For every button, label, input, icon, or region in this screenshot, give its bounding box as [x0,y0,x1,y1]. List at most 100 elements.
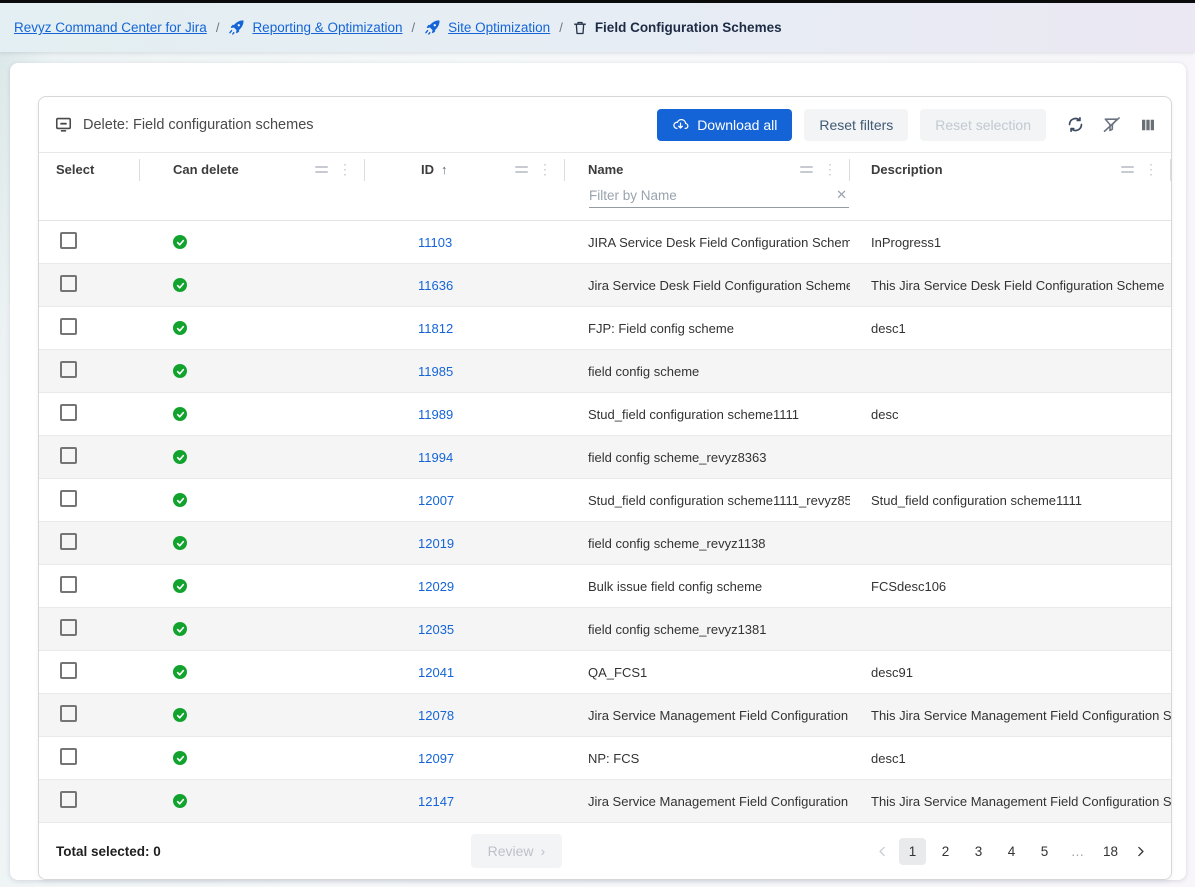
breadcrumb: Revyz Command Center for Jira / Reportin… [0,3,1195,52]
clear-filter-icon[interactable]: ✕ [834,187,849,203]
row-id-link[interactable]: 12007 [418,493,454,508]
row-id-link[interactable]: 12097 [418,751,454,766]
row-select-checkbox[interactable] [60,361,77,378]
pagination-pages: 12345…18 [899,838,1124,865]
pagination-page-5[interactable]: 5 [1031,838,1058,865]
breadcrumb-separator: / [412,20,416,35]
row-name: field config scheme_revyz1381 [588,622,850,637]
row-name: Stud_field configuration scheme1111_revy… [588,493,850,508]
column-header-description[interactable]: Description ⋮ [850,159,1171,181]
chevron-right-icon: › [541,843,546,859]
pagination-page-3[interactable]: 3 [965,838,992,865]
can-delete-check-icon [173,751,187,765]
table-row: 11103 JIRA Service Desk Field Configurat… [39,221,1171,264]
row-id-link[interactable]: 12035 [418,622,454,637]
row-id-link[interactable]: 11812 [418,321,453,336]
row-name: QA_FCS1 [588,665,850,680]
refresh-icon[interactable] [1066,115,1085,134]
row-id-link[interactable]: 11994 [418,450,453,465]
row-name: field config scheme_revyz8363 [588,450,850,465]
row-select-checkbox[interactable] [60,705,77,722]
row-select-checkbox[interactable] [60,576,77,593]
row-name: Stud_field configuration scheme1111 [588,407,850,422]
column-header-can-delete[interactable]: Can delete ⋮ [140,159,365,181]
row-select-checkbox[interactable] [60,404,77,421]
can-delete-check-icon [173,708,187,722]
row-select-checkbox[interactable] [60,447,77,464]
row-select-checkbox[interactable] [60,490,77,507]
column-menu-icon[interactable]: ⋮ [823,161,837,178]
table-row: 11636 Jira Service Desk Field Configurat… [39,264,1171,307]
pagination-page-2[interactable]: 2 [932,838,959,865]
row-id-link[interactable]: 12029 [418,579,454,594]
can-delete-check-icon [173,794,187,808]
sort-asc-icon: ↑ [441,162,448,177]
filter-off-icon[interactable] [1102,115,1122,135]
columns-icon[interactable] [1139,116,1157,134]
row-select-checkbox[interactable] [60,662,77,679]
table-body: 11103 JIRA Service Desk Field Configurat… [39,220,1171,823]
row-id-link[interactable]: 11103 [418,235,452,250]
name-filter-input[interactable] [589,188,834,203]
table-row: 12029 Bulk issue field config scheme FCS… [39,565,1171,608]
row-description: desc1 [871,321,1171,336]
row-description: This Jira Service Management Field Confi… [871,794,1171,809]
pagination-page-4[interactable]: 4 [998,838,1025,865]
review-button[interactable]: Review › [471,834,563,868]
row-name: Jira Service Management Field Configurat… [588,794,850,809]
row-select-checkbox[interactable] [60,533,77,550]
column-menu-icon[interactable]: ⋮ [1144,161,1158,178]
total-selected-count: 0 [153,844,161,859]
row-description: desc [871,407,1171,422]
row-select-checkbox[interactable] [60,232,77,249]
row-id-link[interactable]: 12147 [418,794,454,809]
row-id-link[interactable]: 11636 [418,278,453,293]
row-description: InProgress1 [871,235,1171,250]
cloud-download-icon [672,116,689,133]
row-name: Jira Service Desk Field Configuration Sc… [588,278,850,293]
row-id-link[interactable]: 12041 [418,665,454,680]
row-select-checkbox[interactable] [60,275,77,292]
can-delete-check-icon [173,579,187,593]
pagination-next-icon[interactable] [1130,845,1151,858]
row-id-link[interactable]: 12078 [418,708,454,723]
row-name: field config scheme_revyz1138 [588,536,850,551]
breadcrumb-link-home[interactable]: Revyz Command Center for Jira [14,20,207,35]
can-delete-check-icon [173,622,187,636]
pagination-ellipsis: … [1064,838,1091,865]
filter-lines-icon[interactable] [800,166,813,173]
row-id-link[interactable]: 11985 [418,364,453,379]
breadcrumb-current: Field Configuration Schemes [572,19,782,36]
column-header-name[interactable]: Name ⋮ [565,159,850,181]
column-menu-icon[interactable]: ⋮ [338,161,352,178]
total-selected: Total selected: 0 [56,844,161,859]
row-id-link[interactable]: 12019 [418,536,454,551]
pagination-prev-icon[interactable] [872,845,893,858]
column-header-id[interactable]: ID ↑ ⋮ [365,159,565,181]
reset-selection-button[interactable]: Reset selection [920,109,1046,141]
reset-filters-button[interactable]: Reset filters [804,109,908,141]
row-id-link[interactable]: 11989 [418,407,453,422]
pagination-page-18[interactable]: 18 [1097,838,1124,865]
rocket-icon [424,19,441,36]
breadcrumb-link-reporting[interactable]: Reporting & Optimization [252,20,402,35]
column-header-select: Select [39,159,140,181]
row-select-checkbox[interactable] [60,318,77,335]
trash-icon [572,19,588,36]
table-row: 11985 field config scheme [39,350,1171,393]
filter-lines-icon[interactable] [515,166,528,173]
grid-footer: Total selected: 0 Review › 12345…18 [39,823,1171,879]
row-select-checkbox[interactable] [60,748,77,765]
floating-filter-row: ✕ [39,186,1171,220]
download-all-button[interactable]: Download all [657,109,792,141]
row-select-checkbox[interactable] [60,619,77,636]
breadcrumb-link-site-optimization[interactable]: Site Optimization [448,20,550,35]
column-menu-icon[interactable]: ⋮ [538,161,552,178]
pagination-page-1[interactable]: 1 [899,838,926,865]
row-select-checkbox[interactable] [60,791,77,808]
filter-lines-icon[interactable] [315,166,328,173]
data-grid: Delete: Field configuration schemes Down… [38,96,1172,880]
name-filter-field: ✕ [589,187,849,208]
filter-lines-icon[interactable] [1121,166,1134,173]
table-row: 11812 FJP: Field config scheme desc1 [39,307,1171,350]
